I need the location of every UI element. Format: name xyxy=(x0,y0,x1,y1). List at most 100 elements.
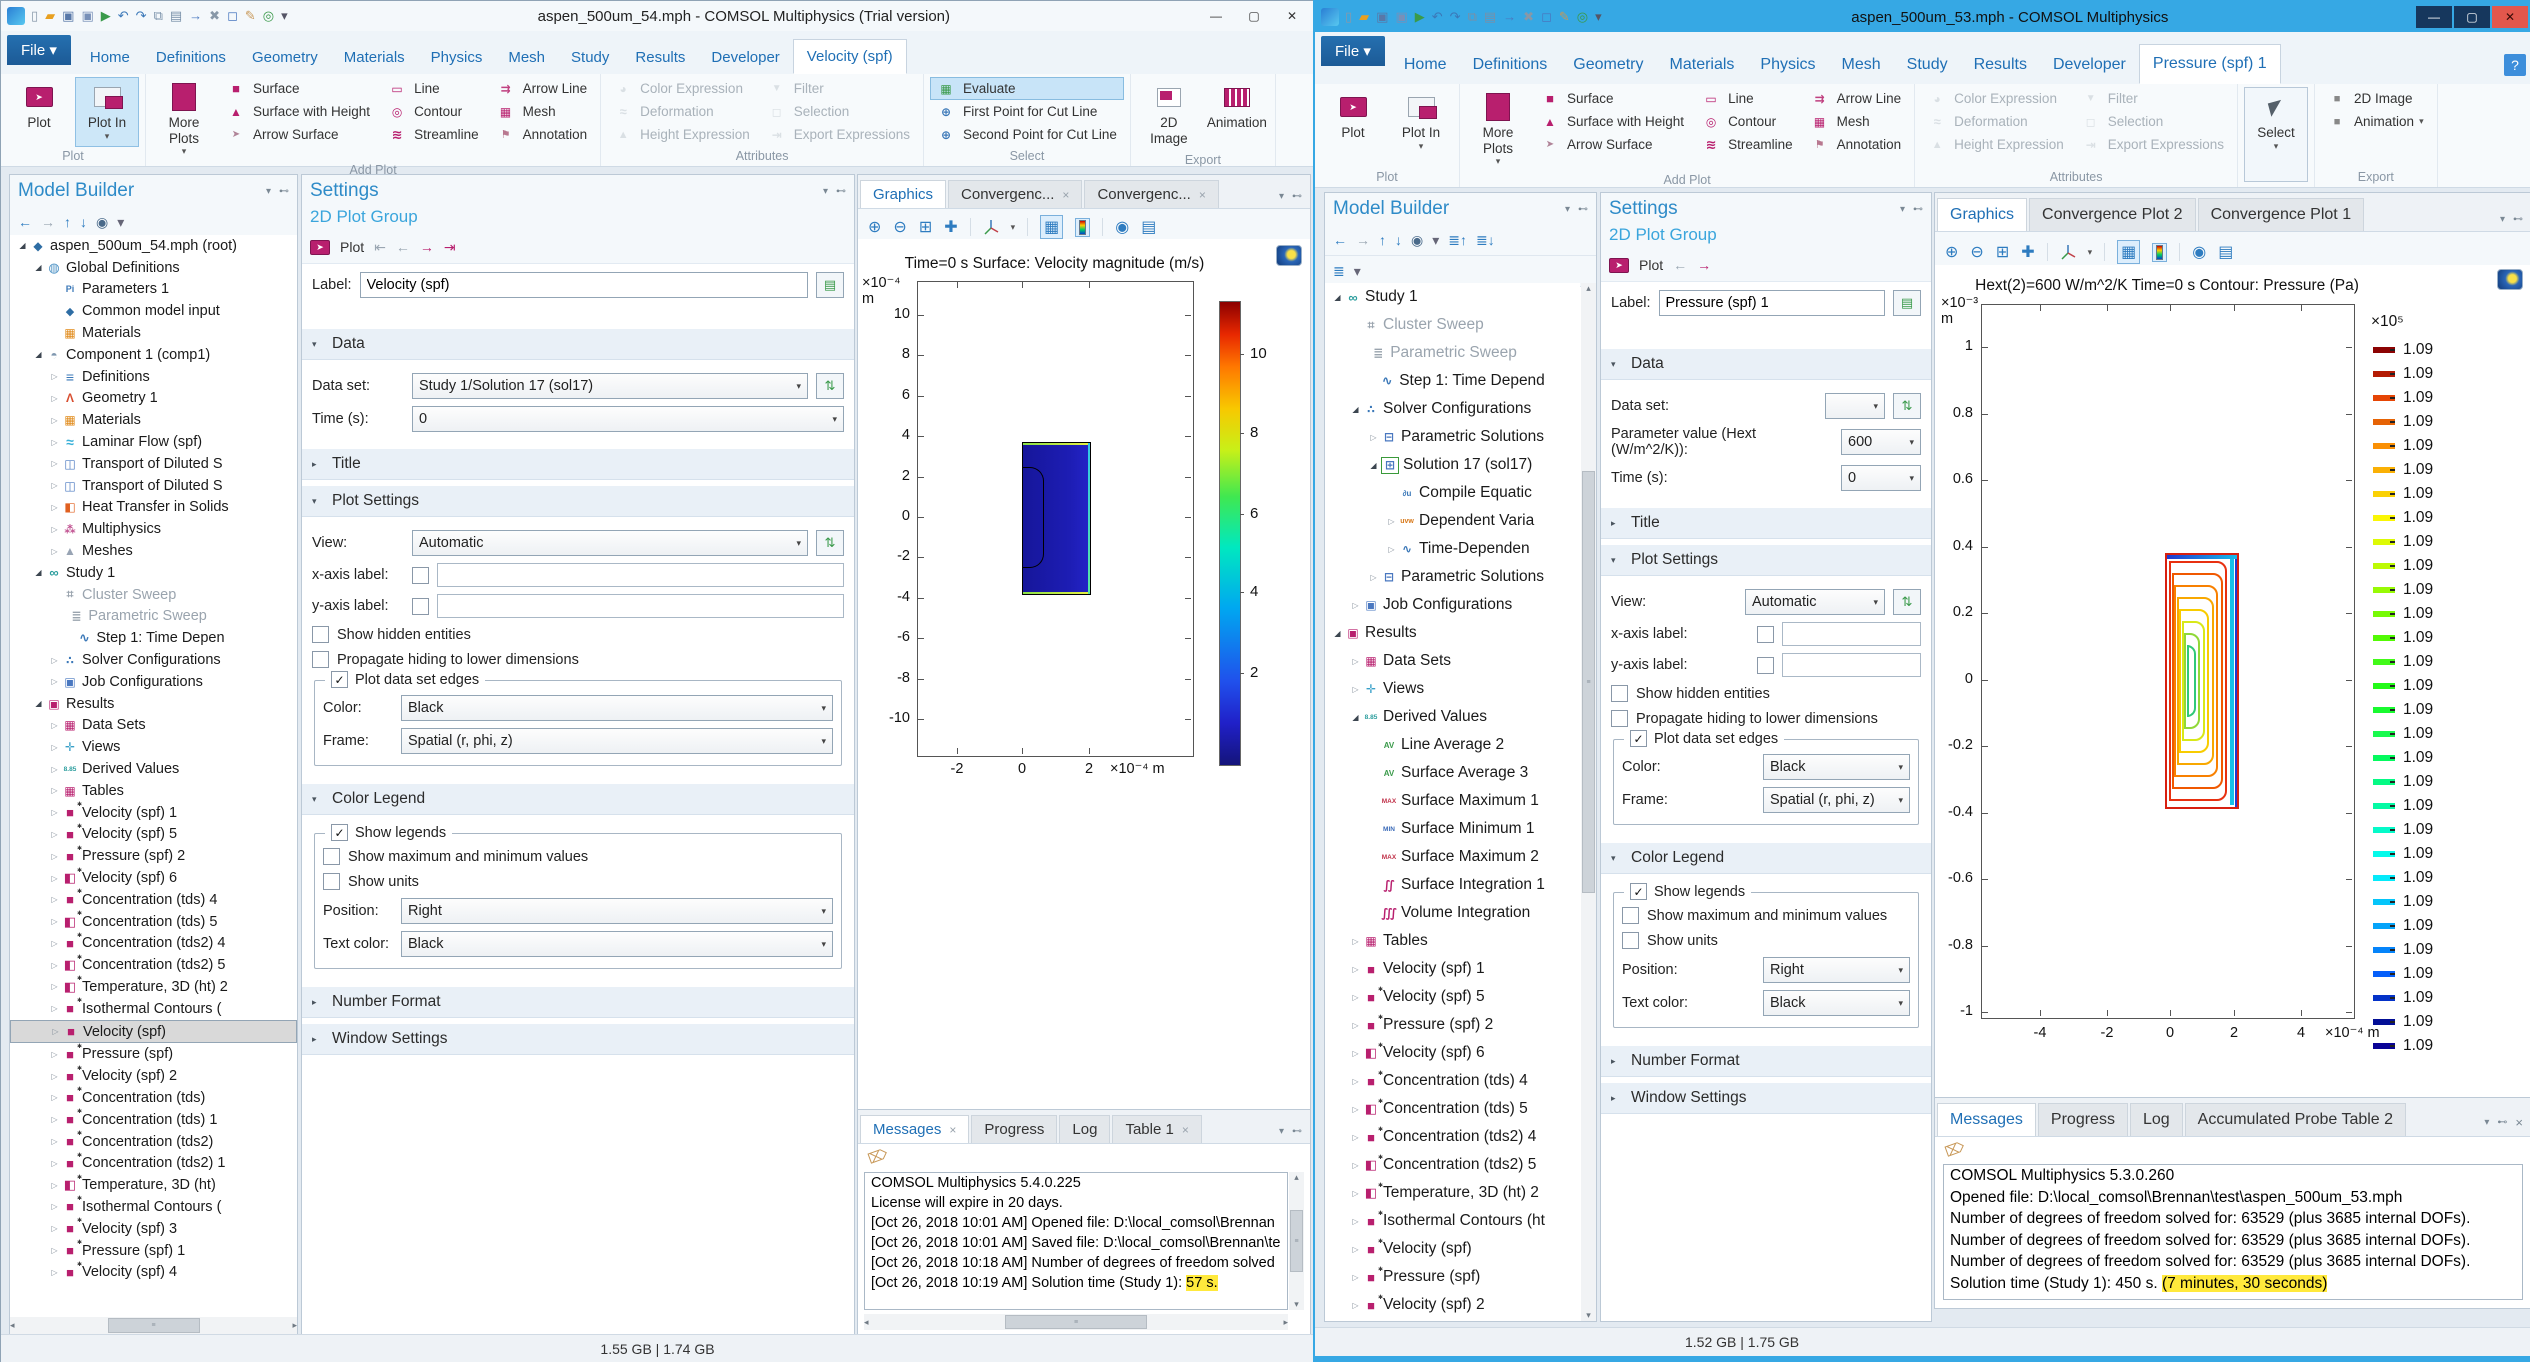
open-folder-icon[interactable]: ▰ xyxy=(45,8,55,24)
close-tab-icon[interactable]: × xyxy=(1182,1123,1189,1137)
view-select[interactable]: Automatic▾ xyxy=(412,530,808,556)
tab-home[interactable]: Home xyxy=(1391,46,1460,84)
y-axis-label-checkbox[interactable] xyxy=(1757,657,1774,674)
show-units-checkbox[interactable] xyxy=(323,873,340,890)
tree-item-materials[interactable]: ▦Materials xyxy=(10,322,297,344)
expand-arrow-icon[interactable]: ▷ xyxy=(48,895,61,904)
tab-table-1[interactable]: Table 1× xyxy=(1112,1115,1201,1143)
expand-arrow-icon[interactable]: ▷ xyxy=(48,1159,61,1168)
expand-arrow-icon[interactable]: ▷ xyxy=(48,656,61,665)
surface-button[interactable]: ■Surface xyxy=(1534,87,1691,110)
move-down-icon[interactable]: ↓ xyxy=(80,214,87,230)
titlebar[interactable]: ▯▰▣▣▶↶↷⧉▤→✖◻✎◎▾ aspen_500um_54.mph - COM… xyxy=(1,1,1314,31)
expand-arrow-icon[interactable]: ▷ xyxy=(1349,965,1362,974)
tab-graphics[interactable]: Graphics xyxy=(1937,198,2027,231)
zoom-box-icon[interactable]: ⊞ xyxy=(1996,242,2009,262)
tab-geometry[interactable]: Geometry xyxy=(239,41,331,74)
zoom-out-icon[interactable]: ⊖ xyxy=(1970,242,1983,262)
undo-icon[interactable]: ↶ xyxy=(118,8,129,24)
tree-item-concentration-tds[interactable]: ▷■✱Concentration (tds) xyxy=(10,1087,297,1109)
tree-item-pressure-spf[interactable]: ▷■✱Pressure (spf) xyxy=(10,1043,297,1065)
panel-menu-icon[interactable]: ▾ xyxy=(1565,204,1570,215)
minimize-button[interactable]: — xyxy=(2416,6,2452,28)
2d-image-button[interactable]: ■2D Image xyxy=(2321,87,2431,110)
tree-item-concentration-tds-5[interactable]: ▷◧✱Concentration (tds) 5 xyxy=(1325,1095,1580,1123)
expand-arrow-icon[interactable]: ▷ xyxy=(49,1027,62,1036)
expand-arrow-icon[interactable]: ▷ xyxy=(1367,433,1380,442)
tree-item-meshes[interactable]: ▷▲Meshes xyxy=(10,540,297,562)
nav-forward-icon[interactable]: → xyxy=(41,214,55,230)
nav-back-icon[interactable]: ← xyxy=(18,214,32,230)
velocity-surface-plot[interactable]: Time=0 s Surface: Velocity magnitude (m/… xyxy=(858,239,1310,1110)
tree-item-velocity-spf-1[interactable]: ▷■✱Velocity (spf) 1 xyxy=(10,802,297,824)
expand-arrow-icon[interactable]: ▷ xyxy=(48,743,61,752)
go-last-button[interactable]: ⇥ xyxy=(444,239,456,256)
expand-arrow-icon[interactable]: ▷ xyxy=(48,503,61,512)
frame-select[interactable]: Spatial (r, phi, z)▾ xyxy=(1763,787,1910,813)
pin-icon[interactable]: ⊷ xyxy=(2497,1117,2507,1128)
zoom-extents-icon[interactable]: ✚ xyxy=(944,217,957,237)
expand-arrow-icon[interactable]: ▷ xyxy=(48,917,61,926)
streamline-button[interactable]: ≋Streamline xyxy=(381,123,486,146)
data-set-select[interactable]: Study 1/Solution 17 (sol17)▾ xyxy=(412,373,808,399)
tree-item-aspen-500um-54-mph-root[interactable]: ◢◆aspen_500um_54.mph (root) xyxy=(10,235,297,257)
nav-forward-icon[interactable]: → xyxy=(1356,232,1370,248)
section-number-format[interactable]: ▸Number Format xyxy=(1601,1046,1931,1077)
tree-item-temperature-3d-ht[interactable]: ▷◧✱Temperature, 3D (ht) xyxy=(10,1174,297,1196)
tree-item-velocity-spf-5[interactable]: ▷■✱Velocity (spf) 5 xyxy=(1325,983,1580,1011)
position-select[interactable]: Right▾ xyxy=(1763,957,1910,983)
line-button[interactable]: ▭Line xyxy=(381,77,486,100)
section-title[interactable]: ▸Title xyxy=(302,449,854,480)
plot-button[interactable]: ➤Plot xyxy=(1321,87,1385,168)
brush-icon[interactable]: ✎ xyxy=(245,8,256,24)
close-panel-icon[interactable]: × xyxy=(2515,1115,2523,1130)
expand-arrow-icon[interactable]: ▷ xyxy=(1349,657,1362,666)
show-maximum-and-minimum-values-checkbox[interactable] xyxy=(323,848,340,865)
expand-arrow-icon[interactable]: ▷ xyxy=(48,1115,61,1124)
snapshot-icon[interactable]: ◉ xyxy=(2192,242,2206,262)
color-select[interactable]: Black▾ xyxy=(1763,754,1910,780)
tab-results[interactable]: Results xyxy=(1961,46,2040,84)
tree-item-cluster-sweep[interactable]: ⌗Cluster Sweep xyxy=(10,584,297,606)
tab-study[interactable]: Study xyxy=(1894,46,1961,84)
file-menu-button[interactable]: File ▾ xyxy=(7,35,71,65)
x-axis-label-checkbox[interactable] xyxy=(1757,626,1774,643)
tab-convergence-plot-1[interactable]: Convergence Plot 1 xyxy=(2198,198,2365,231)
tree-item-isothermal-contours[interactable]: ▷■✱Isothermal Contours ( xyxy=(10,998,297,1020)
first-point-for-cut-line-button[interactable]: ⊕First Point for Cut Line xyxy=(930,100,1124,123)
clear-messages-icon[interactable]: ⌦ xyxy=(1943,1138,1967,1161)
plot-button[interactable]: Plot xyxy=(340,239,364,255)
more-plots-button[interactable]: More Plots ▾ xyxy=(1466,87,1530,171)
close-button[interactable]: ✕ xyxy=(1274,5,1310,27)
tab-physics[interactable]: Physics xyxy=(418,41,496,74)
tree-item-definitions[interactable]: ▷≡Definitions xyxy=(10,366,297,388)
brush-icon[interactable]: ✎ xyxy=(1559,9,1570,25)
tree-item-pressure-spf-2[interactable]: ▷■✱Pressure (spf) 2 xyxy=(10,845,297,867)
tree-item-parameters-1[interactable]: PiParameters 1 xyxy=(10,279,297,301)
color-select[interactable]: Black▾ xyxy=(401,695,833,721)
line-button[interactable]: ▭Line xyxy=(1695,87,1800,110)
go-prev-button[interactable]: ← xyxy=(396,239,410,256)
view-select[interactable]: Automatic▾ xyxy=(1745,589,1885,615)
pin-icon[interactable]: ⊷ xyxy=(1913,204,1923,215)
tree-item-job-configurations[interactable]: ▷▣Job Configurations xyxy=(10,671,297,693)
annotation-button[interactable]: ⚑Annotation xyxy=(490,123,595,146)
expand-arrow-icon[interactable]: ▷ xyxy=(1349,1049,1362,1058)
refresh-solution-button[interactable]: ⇅ xyxy=(1893,393,1921,419)
zoom-box-icon[interactable]: ⊞ xyxy=(919,217,932,237)
caret-icon[interactable]: ▾ xyxy=(1354,263,1361,280)
qat-caret-icon[interactable]: ▾ xyxy=(281,8,288,24)
pin-icon[interactable]: ⊷ xyxy=(279,186,289,197)
time-s-select[interactable]: 0▾ xyxy=(1841,465,1921,491)
go-next-button[interactable]: → xyxy=(1697,257,1711,273)
tree-item-results[interactable]: ◢▣Results xyxy=(10,693,297,715)
tree-item-velocity-spf-2[interactable]: ▷■✱Velocity (spf) 2 xyxy=(1325,1291,1580,1319)
tab-geometry[interactable]: Geometry xyxy=(1560,46,1656,84)
tree-item-surface-maximum-1[interactable]: MAXSurface Maximum 1 xyxy=(1325,787,1580,815)
rename-note-button[interactable]: ▤ xyxy=(1893,290,1921,316)
expand-arrow-icon[interactable]: ▷ xyxy=(48,1224,61,1233)
tree-item-velocity-spf-1[interactable]: ▷■Velocity (spf) 1 xyxy=(1325,955,1580,983)
nav-back-icon[interactable]: ← xyxy=(1333,232,1347,248)
surface-with-height-button[interactable]: ▲Surface with Height xyxy=(220,100,377,123)
copy-icon[interactable]: ⧉ xyxy=(154,8,163,24)
